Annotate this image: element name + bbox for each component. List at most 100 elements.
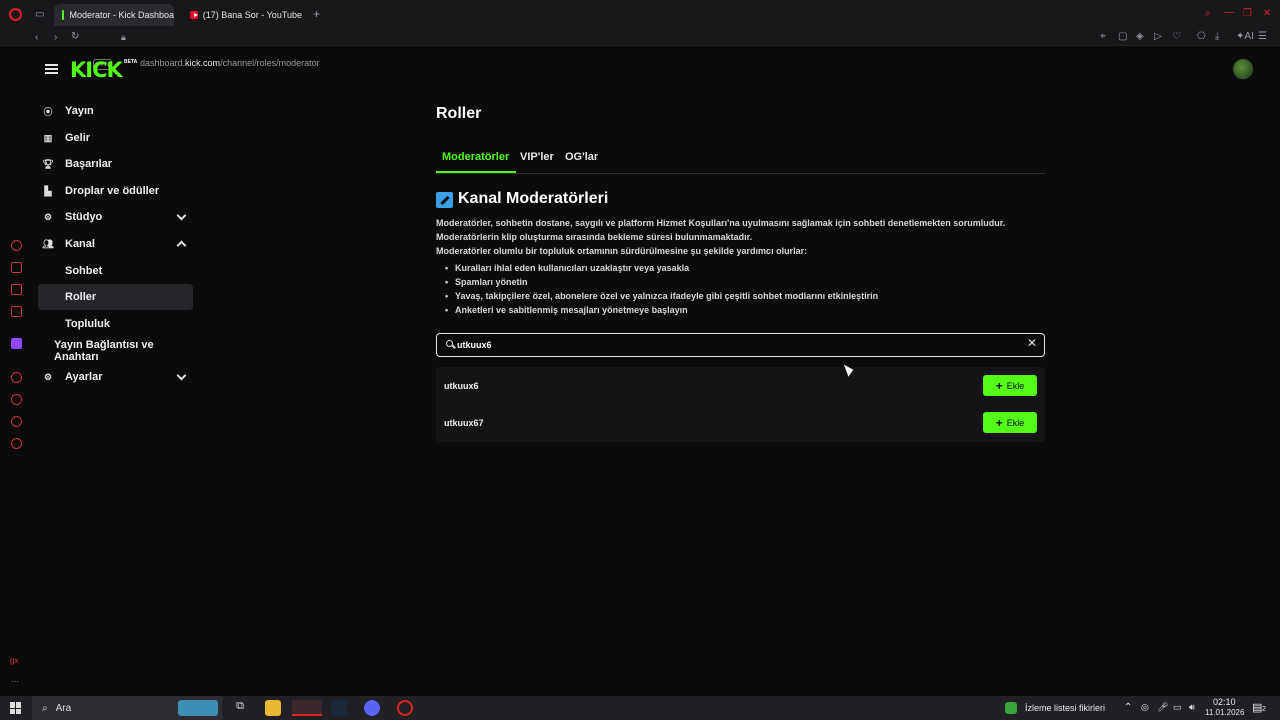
windows-start-icon[interactable]: [10, 702, 22, 714]
steam-icon[interactable]: [331, 700, 347, 716]
search-input[interactable]: [457, 337, 1017, 353]
more-icon[interactable]: ···: [11, 676, 19, 688]
users-icon: 👥︎: [42, 238, 54, 249]
clear-search-icon[interactable]: ✕: [1027, 336, 1037, 350]
heart-icon[interactable]: ♡: [1172, 31, 1181, 43]
nav-label: Yayın Bağlantısı ve Anahtarı: [54, 339, 154, 363]
add-moderator-button[interactable]: + Ekle: [983, 375, 1037, 396]
camera-icon[interactable]: ⌖: [1100, 31, 1106, 43]
file-explorer-icon[interactable]: [265, 700, 281, 716]
microphone-icon[interactable]: 🎤︎: [1157, 702, 1168, 713]
nav-label: Droplar ve ödüller: [65, 185, 160, 197]
maximize-icon[interactable]: ❐: [1243, 8, 1252, 20]
kick-logo[interactable]: KICK: [70, 58, 123, 82]
roles-tabs: Moderatörler VIP'ler OG'lar: [436, 147, 1045, 174]
url-field[interactable]: dashboard.kick.com/channel/roles/moderat…: [140, 58, 320, 68]
section-title: Kanal Moderatörleri: [458, 190, 609, 207]
bullet-text: Kuralları ihlal eden kullanıcıları uzakl…: [455, 263, 690, 273]
search-icon: [446, 340, 453, 347]
reload-icon[interactable]: ↻: [71, 31, 79, 43]
list-item: utkuux6 + Ekle: [436, 367, 1045, 404]
hammer-icon: [436, 192, 453, 208]
description-line: Moderatörlerin klip oluşturma sırasında …: [436, 232, 753, 242]
back-icon[interactable]: ‹: [35, 32, 38, 44]
opera-logo-icon[interactable]: [9, 8, 22, 21]
list-item: utkuux67 + Ekle: [436, 404, 1045, 441]
opera-icon[interactable]: [397, 700, 413, 716]
tray-app-icon[interactable]: ◎: [1141, 702, 1149, 713]
result-username: utkuux67: [444, 418, 484, 428]
minimize-icon[interactable]: —: [1224, 7, 1234, 19]
nav-item-yayin-baglantisi[interactable]: Yayın Bağlantısı ve Anahtarı: [38, 338, 193, 364]
clock-time[interactable]: 02:10: [1213, 697, 1236, 707]
network-icon[interactable]: ▭: [1173, 702, 1182, 713]
new-tab-plus-icon[interactable]: +: [313, 8, 320, 20]
search-icon: ⌕: [42, 702, 48, 714]
close-window-icon[interactable]: ✕: [1263, 8, 1271, 20]
nav-item-basarilar[interactable]: 🏆︎ Başarılar: [38, 151, 193, 177]
button-label: Ekle: [1006, 380, 1025, 391]
notification-icon[interactable]: ▤: [1252, 701, 1262, 714]
ai-button[interactable]: ✦AI: [1236, 31, 1254, 43]
nav-item-ayarlar[interactable]: ⚙ Ayarlar: [38, 364, 193, 390]
settings-icon[interactable]: [11, 438, 22, 449]
nav-label: Topluluk: [65, 318, 111, 330]
nav-item-droplar[interactable]: ▙ Droplar ve ödüller: [38, 178, 193, 204]
nav-label: Başarılar: [65, 158, 113, 170]
nav-item-yayin[interactable]: ⦿ Yayın: [38, 98, 193, 124]
chevron-down-icon: [176, 210, 187, 221]
extensions-icon[interactable]: [11, 416, 22, 427]
broadcast-icon: ⦿: [43, 106, 53, 117]
nav-item-sohbet[interactable]: Sohbet: [38, 258, 193, 284]
nav-item-gelir[interactable]: ▥ Gelir: [38, 125, 193, 151]
download-icon[interactable]: ⤓: [1215, 31, 1219, 43]
volume-icon[interactable]: 🔊︎: [1189, 702, 1195, 713]
sidebar-app-icon[interactable]: [11, 262, 22, 273]
workspaces-icon[interactable]: ▭: [35, 9, 44, 21]
address-bar: ‹ › ↻ VPN 🔒︎ dashboard.kick.com/channel/…: [0, 28, 1280, 70]
tab-moderatorler[interactable]: Moderatörler: [442, 151, 509, 163]
snapshot-icon[interactable]: ⎔: [1197, 31, 1206, 43]
search-tabs-icon[interactable]: ⌕: [1205, 8, 1211, 20]
url-prefix: dashboard.: [140, 58, 186, 68]
sidebar-app-icon[interactable]: [11, 372, 22, 383]
menu-icon[interactable]: ☰: [1258, 31, 1267, 43]
description-line: Moderatörler olumlu bir topluluk ortamın…: [436, 246, 808, 256]
sidebar-app-icon[interactable]: [11, 306, 22, 317]
trophy-icon: 🏆︎: [42, 158, 54, 169]
search-highlight-icon[interactable]: [178, 700, 218, 716]
bookmark-icon[interactable]: ▢: [1118, 31, 1127, 43]
hamburger-menu-icon[interactable]: [45, 64, 58, 74]
watchlist-text[interactable]: İzleme listesi fikirleri: [1025, 703, 1105, 713]
twitch-icon[interactable]: [11, 338, 22, 349]
bullet-item: Yavaş, takipçilere özel, abonelere özel …: [445, 291, 878, 301]
youtube-favicon-icon: [190, 11, 198, 19]
chevron-up-icon[interactable]: ⌃: [1124, 702, 1132, 713]
play-icon[interactable]: ▷: [1154, 31, 1162, 43]
lock-icon[interactable]: 🔒︎: [121, 31, 126, 43]
gx-icon[interactable]: gx: [10, 655, 18, 667]
add-moderator-button[interactable]: + Ekle: [983, 412, 1037, 433]
tab-vipler[interactable]: VIP'ler: [520, 151, 554, 163]
browser-tab-kick[interactable]: Moderator - Kick Dashboa: [54, 4, 174, 26]
bullet-item: Spamları yönetin: [445, 277, 528, 287]
opera-gx-taskbar-icon[interactable]: [292, 700, 322, 716]
shield-icon[interactable]: ◈: [1136, 31, 1144, 43]
forward-icon[interactable]: ›: [54, 32, 57, 44]
avatar[interactable]: [1233, 59, 1253, 79]
windows-taskbar: ⌕ Ara ⧉ İzleme listesi fikirleri ⌃ ◎ 🎤︎ …: [0, 696, 1280, 720]
history-icon[interactable]: [11, 394, 22, 405]
chevron-up-icon: [176, 240, 187, 251]
sidebar-app-icon[interactable]: [11, 240, 22, 251]
nav-item-roller[interactable]: Roller: [38, 284, 193, 310]
nav-item-kanal[interactable]: 👥︎ Kanal: [38, 231, 193, 257]
sidebar-app-icon[interactable]: [11, 284, 22, 295]
task-view-icon[interactable]: ⧉: [232, 700, 248, 716]
discord-icon[interactable]: [364, 700, 380, 716]
tab-oglar[interactable]: OG'lar: [565, 151, 598, 163]
nav-label: Roller: [65, 291, 97, 303]
nav-item-topluluk[interactable]: Topluluk: [38, 311, 193, 337]
nav-item-studyo[interactable]: ⚙ Stüdyo: [38, 204, 193, 230]
browser-tab-youtube[interactable]: (17) Bana Sor - YouTube: [182, 4, 302, 26]
clock-date[interactable]: 11.01.2026: [1205, 708, 1244, 717]
